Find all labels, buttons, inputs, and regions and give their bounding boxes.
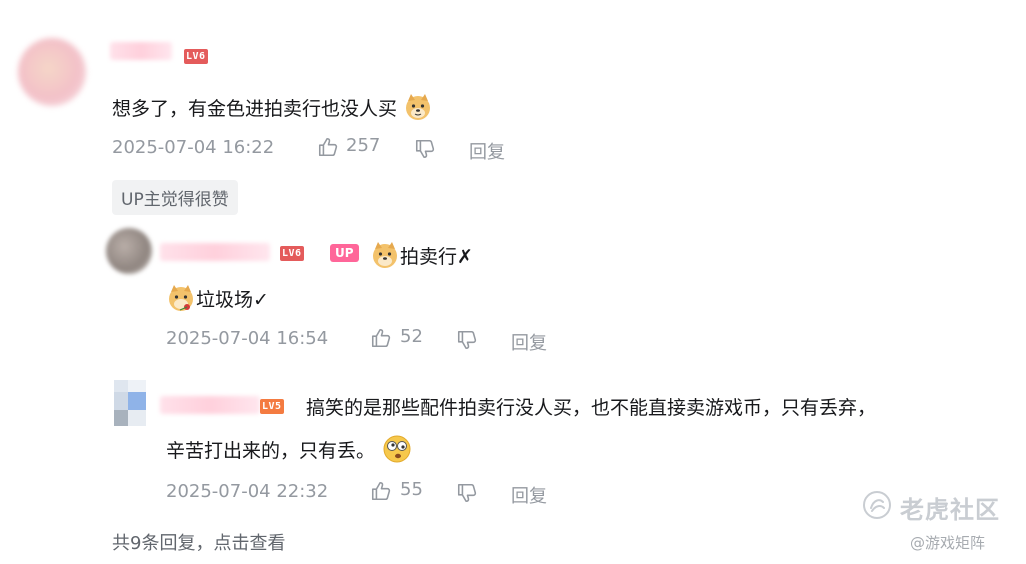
thumbs-down-icon[interactable] (414, 138, 436, 160)
thumbs-down-icon[interactable] (456, 329, 478, 351)
reply-username-blurred[interactable] (160, 396, 260, 414)
reply-content-line1: 拍卖行✗ (400, 246, 473, 268)
thumbs-up-icon[interactable] (370, 480, 392, 502)
user-avatar[interactable] (18, 38, 86, 106)
reply-avatar[interactable] (106, 228, 152, 274)
thumbs-up-icon[interactable] (370, 327, 392, 349)
reply-text-line1: 拍卖行✗ (370, 240, 473, 275)
up-tag: UP (330, 244, 359, 262)
reply-content-line2: 辛苦打出来的，只有丢。 (166, 440, 376, 462)
reply-level-badge: LV6 (280, 246, 304, 261)
like-count: 55 (400, 479, 423, 500)
doge-emoji-icon (403, 92, 433, 127)
watermark-handle: @游戏矩阵 (910, 534, 986, 552)
reply-text-line2: 垃圾场✓ (166, 283, 269, 318)
comment-content: 想多了，有金色进拍卖行也没人买 (112, 98, 398, 120)
reply-avatar[interactable] (110, 378, 150, 428)
username-blurred[interactable] (110, 42, 172, 60)
reply-content-line2: 垃圾场✓ (196, 289, 269, 311)
reply-text-line2: 辛苦打出来的，只有丢。 (166, 433, 413, 470)
up-liked-badge: UP主觉得很赞 (112, 180, 238, 215)
doge-rose-emoji-icon (166, 283, 196, 318)
comment-text: 想多了，有金色进拍卖行也没人买 (112, 92, 433, 127)
thumbs-down-icon[interactable] (456, 482, 478, 504)
comment-time: 2025-07-04 16:22 (112, 137, 275, 158)
reply-button[interactable]: 回复 (511, 329, 547, 355)
like-count: 257 (346, 135, 381, 156)
reply-time: 2025-07-04 22:32 (166, 481, 329, 502)
thumbs-up-icon[interactable] (317, 136, 339, 158)
like-count: 52 (400, 326, 423, 347)
reply-text-line1: 搞笑的是那些配件拍卖行没人买，也不能直接卖游戏币，只有丢弃， (306, 397, 877, 419)
doge-emoji-icon (370, 240, 400, 275)
reply-username-blurred[interactable] (160, 243, 270, 261)
reply-level-badge: LV5 (260, 399, 284, 414)
reply-time: 2025-07-04 16:54 (166, 328, 329, 349)
reply-button[interactable]: 回复 (511, 482, 547, 508)
dizzy-face-emoji-icon (381, 433, 413, 470)
user-level-badge: LV6 (184, 49, 208, 64)
view-all-replies-link[interactable]: 共9条回复，点击查看 (112, 529, 285, 555)
tiger-community-logo-icon (862, 490, 892, 520)
reply-button[interactable]: 回复 (469, 138, 505, 164)
watermark-title: 老虎社区 (900, 496, 1000, 524)
